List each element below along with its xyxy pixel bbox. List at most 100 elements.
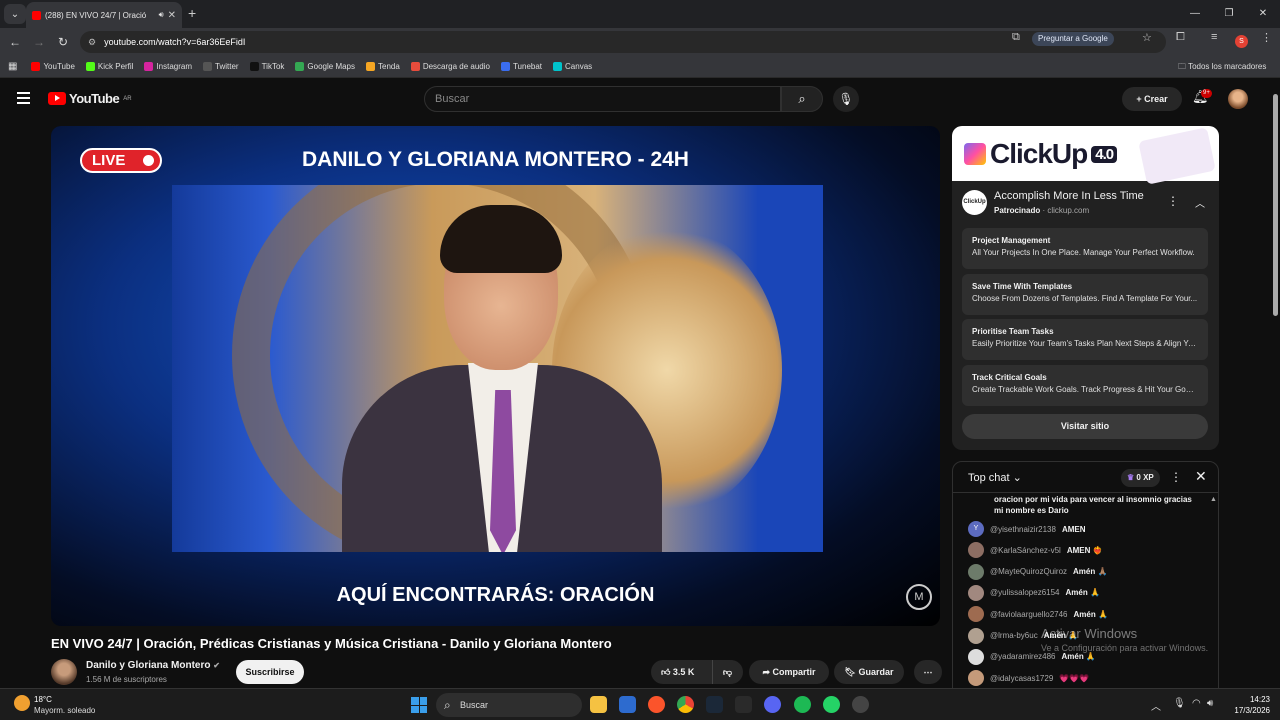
chat-mode-dropdown[interactable]: Top chat ⌄ xyxy=(968,471,1022,484)
ad-more-icon[interactable]: ⋮ xyxy=(1167,194,1179,208)
taskbar-clock[interactable]: 14:23 17/3/2026 xyxy=(1226,694,1270,716)
search-input[interactable]: Buscar xyxy=(424,86,781,112)
channel-avatar[interactable] xyxy=(51,659,77,685)
tab-search-button[interactable]: ⌄ xyxy=(4,4,26,24)
discord-icon[interactable] xyxy=(764,696,781,713)
store-icon[interactable] xyxy=(619,696,636,713)
page-scrollbar[interactable] xyxy=(1271,80,1280,688)
wifi-icon[interactable]: ◠ xyxy=(1192,698,1201,709)
bookmark-item[interactable]: Tunebat xyxy=(500,62,542,71)
spotify-icon[interactable] xyxy=(794,696,811,713)
bookmark-item[interactable]: Twitter xyxy=(203,62,239,71)
bookmark-item[interactable]: YouTube xyxy=(31,62,75,71)
back-button[interactable]: ← xyxy=(3,35,27,49)
bookmark-item[interactable]: Instagram xyxy=(144,62,192,71)
ad-collapse-chevron-icon[interactable]: ︿ xyxy=(1195,195,1205,210)
save-button[interactable]: 🔖︎ Guardar xyxy=(834,660,904,684)
bookmark-item[interactable]: Canvas xyxy=(553,62,592,71)
restore-button[interactable]: ❐ xyxy=(1212,0,1246,28)
browser-menu-icon[interactable]: ⋮ xyxy=(1261,31,1272,44)
apps-grid-icon[interactable]: ▦ xyxy=(8,61,17,72)
windows-start-icon[interactable] xyxy=(411,697,427,713)
chat-author-name[interactable]: @faviolaarguello2746 xyxy=(990,610,1068,619)
bookmark-item[interactable]: Descarga de audio xyxy=(410,62,490,71)
ad-sitelink-card[interactable]: Save Time With Templates Choose From Doze… xyxy=(962,273,1208,315)
share-button[interactable]: ➦ Compartir xyxy=(749,660,829,684)
chat-author-avatar[interactable] xyxy=(968,627,984,644)
close-chat-icon[interactable]: ✕ xyxy=(1195,468,1207,485)
bookmark-star-icon[interactable]: ☆ xyxy=(1142,31,1152,44)
minimize-button[interactable]: — xyxy=(1178,0,1212,28)
chat-author-name[interactable]: @yisethnaizir2138 xyxy=(990,525,1056,534)
chat-more-icon[interactable]: ⋮ xyxy=(1170,470,1182,484)
chat-author-avatar[interactable]: Y xyxy=(968,521,984,537)
visit-site-button[interactable]: Visitar sitio xyxy=(962,414,1208,439)
ad-sitelink-card[interactable]: Track Critical Goals Create Trackable Wor… xyxy=(962,364,1208,406)
ad-title[interactable]: Accomplish More In Less Time xyxy=(994,190,1144,202)
browser-tab-active[interactable]: (288) EN VIVO 24/7 | Oració 🔊︎ ✕ xyxy=(26,2,182,28)
whatsapp-icon[interactable] xyxy=(823,696,840,713)
account-avatar[interactable] xyxy=(1228,89,1248,109)
profile-avatar[interactable]: S xyxy=(1235,35,1248,48)
close-window-button[interactable]: ✕ xyxy=(1246,0,1280,28)
volume-icon[interactable]: 🔊︎ xyxy=(1207,698,1213,709)
create-button[interactable]: + Crear xyxy=(1122,87,1182,111)
steam-icon[interactable] xyxy=(706,696,723,713)
chat-author-name[interactable]: @yadaramirez486 xyxy=(990,652,1055,661)
microphone-tray-icon[interactable]: 🎙︎ xyxy=(1173,698,1186,709)
scrollbar-thumb[interactable] xyxy=(1273,94,1278,316)
channel-name[interactable]: Danilo y Gloriana Montero ✔︎ xyxy=(86,660,220,671)
speaker-icon[interactable]: 🔊︎ xyxy=(159,10,164,20)
extensions-icon[interactable]: ⧠ xyxy=(1176,31,1185,44)
ad-sitelink-card[interactable]: Prioritise Team Tasks Easily Prioritize Y… xyxy=(962,319,1208,360)
chrome-icon[interactable] xyxy=(677,696,694,713)
dislike-button[interactable]: 👎︎ xyxy=(712,660,742,684)
ad-sitelink-card[interactable]: Project Management All Your Projects In O… xyxy=(962,228,1208,269)
chat-author-avatar[interactable] xyxy=(968,670,984,687)
site-info-icon[interactable]: ⚙︎ xyxy=(88,37,96,48)
app-icon[interactable] xyxy=(852,696,869,713)
chat-author-name[interactable]: @idalycasas1729 xyxy=(990,674,1053,683)
menu-icon[interactable] xyxy=(17,92,30,104)
chat-scroll-up-icon[interactable]: ▲ xyxy=(1210,496,1217,503)
reload-button[interactable]: ↻ xyxy=(51,35,75,49)
install-app-icon[interactable]: ⧉ xyxy=(1012,31,1020,44)
search-button[interactable]: ⌕ xyxy=(781,86,823,112)
youtube-logo[interactable]: YouTube AR xyxy=(48,91,132,106)
epic-games-icon[interactable] xyxy=(735,696,752,713)
media-control-icon[interactable]: ≡ xyxy=(1211,31,1217,43)
bookmark-item[interactable]: Tenda xyxy=(366,62,400,71)
bookmark-item[interactable]: Kick Perfil xyxy=(85,62,133,71)
more-actions-button[interactable]: ⋯ xyxy=(914,660,942,684)
tray-chevron-icon[interactable]: ︿ xyxy=(1151,698,1161,713)
brave-icon[interactable] xyxy=(648,696,665,713)
video-player[interactable]: LIVE DANILO Y GLORIANA MONTERO - 24H AQU… xyxy=(51,126,940,626)
chat-author-name[interactable]: @lrma-by6uc xyxy=(990,631,1038,640)
bookmark-item[interactable]: TikTok xyxy=(249,62,284,71)
xp-badge[interactable]: ♛ 0 XP xyxy=(1121,469,1160,487)
chat-author-avatar[interactable] xyxy=(968,563,984,580)
close-tab-icon[interactable]: ✕ xyxy=(168,10,176,21)
chat-author-name[interactable]: @yulissalopez6154 xyxy=(990,588,1060,597)
new-tab-button[interactable]: + xyxy=(188,5,196,21)
chat-author-avatar[interactable] xyxy=(968,542,984,559)
advertiser-icon[interactable]: ClickUp xyxy=(962,190,987,215)
all-bookmarks[interactable]: 🗀 Todos los marcadores xyxy=(1178,61,1266,75)
weather-temp[interactable]: 18°C xyxy=(34,695,52,704)
voice-search-button[interactable]: 🎙︎ xyxy=(833,86,859,112)
file-explorer-icon[interactable] xyxy=(590,696,607,713)
bookmark-item[interactable]: Google Maps xyxy=(295,62,355,71)
forward-button[interactable]: → xyxy=(27,35,51,49)
chat-author-name[interactable]: @KarlaSánchez-v5l xyxy=(990,546,1061,555)
subscribe-button[interactable]: Suscribirse xyxy=(236,660,304,684)
taskbar-search[interactable]: Buscar xyxy=(436,693,582,717)
ad-banner[interactable]: ClickUp 4.0 xyxy=(952,126,1219,185)
chat-author-avatar[interactable] xyxy=(968,584,984,601)
ask-google-button[interactable]: Preguntar a Google xyxy=(1032,32,1114,46)
weather-desc[interactable]: Mayorm. soleado xyxy=(34,706,95,715)
omnibox[interactable]: ⚙︎ youtube.com/watch?v=6ar36EeFidI xyxy=(80,31,1166,53)
weather-sun-icon[interactable] xyxy=(14,695,30,711)
url-text[interactable]: youtube.com/watch?v=6ar36EeFidI xyxy=(104,37,245,47)
chat-author-avatar[interactable] xyxy=(968,606,984,623)
chat-author-name[interactable]: @MayteQuirozQuiroz xyxy=(990,567,1067,576)
